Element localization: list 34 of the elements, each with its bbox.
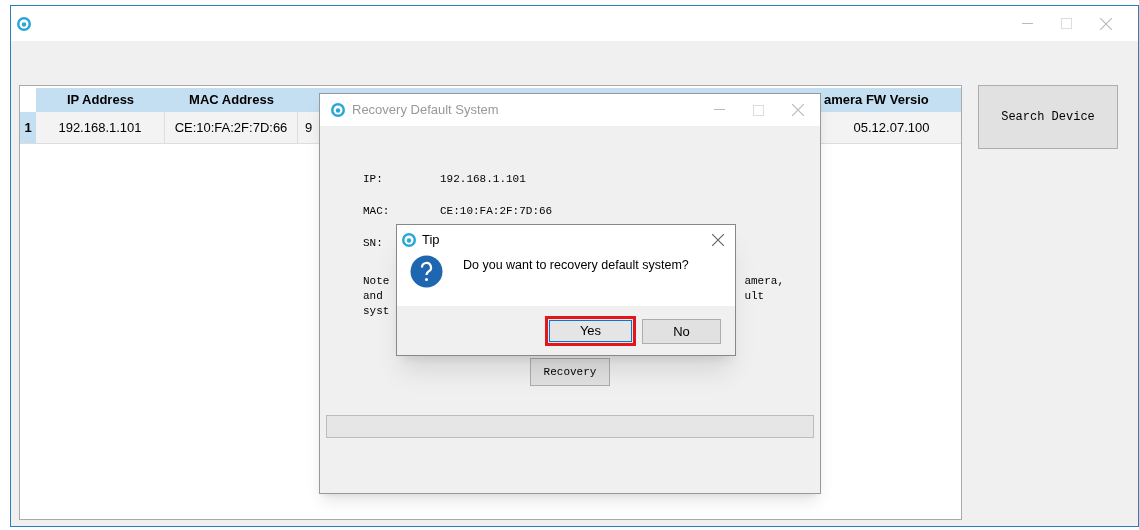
field-value: 192.168.1.101 [440,172,526,186]
table-cell: CE:10:FA:2F:7D:66 [165,112,298,143]
close-icon[interactable] [712,234,724,246]
dialog-title: Tip [422,231,440,250]
minimize-icon[interactable] [714,109,725,111]
tip-message: Do you want to recovery default system? [463,257,689,275]
field-label: MAC: [363,205,390,217]
recovery-button[interactable]: Recovery [530,358,610,386]
column-header: MAC Address [165,88,298,112]
dialog-title: Recovery Default System [352,101,499,120]
table-cell-text: 9 [305,118,313,137]
question-icon [410,255,443,288]
maximize-icon[interactable] [753,104,764,116]
note-text: Note [363,274,390,289]
column-header: IP Address [36,88,165,112]
column-header: amera FW Versio [824,91,929,110]
field-value: CE:10:FA:2F:7D:66 [440,204,553,218]
app-logo-icon [330,102,346,118]
row-number: 1 [20,112,36,143]
note-text: and [363,289,384,304]
minimize-icon[interactable] [1022,22,1033,25]
search-device-button[interactable]: Search Device [978,85,1118,149]
maximize-icon[interactable] [1061,18,1072,29]
yes-button[interactable]: Yes [545,316,636,346]
table-cell: 192.168.1.101 [36,112,165,143]
app-logo-icon [401,232,417,248]
app-logo-icon [16,15,32,32]
note-text: syst [363,304,390,319]
no-button[interactable]: No [642,319,721,344]
table-cell: 05.12.07.100 [822,112,961,143]
note-text: amera, [744,274,784,289]
note-text: ult [744,289,766,304]
field-label: IP: [363,173,383,185]
field-label: SN: [363,237,383,249]
